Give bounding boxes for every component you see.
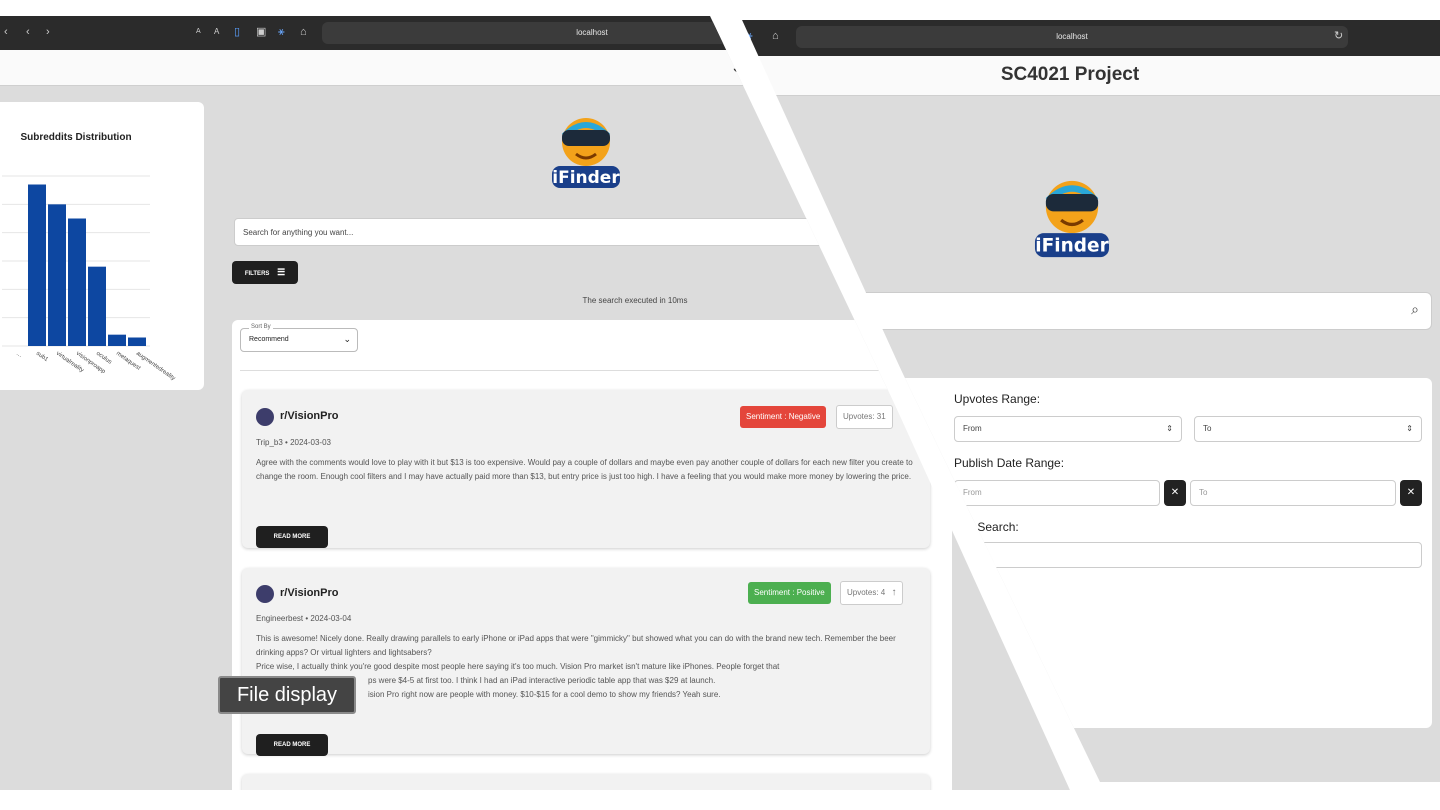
- file-display-tooltip: File display: [218, 676, 356, 714]
- split-divider: [712, 0, 1100, 810]
